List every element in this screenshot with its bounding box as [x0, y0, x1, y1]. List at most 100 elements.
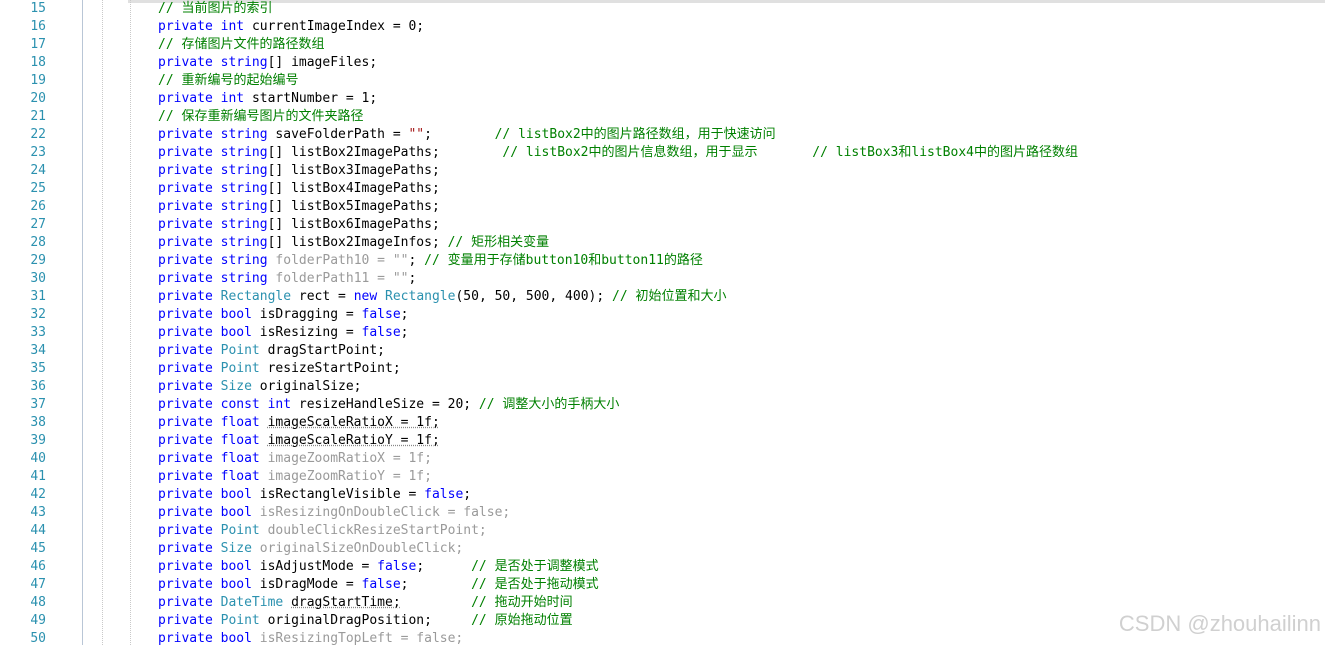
code-token: imageScaleRatioX = 1f; [267, 415, 440, 430]
code-token: float [220, 433, 268, 448]
line-code[interactable]: private string[] listBox3ImagePaths; [158, 162, 440, 180]
line-code[interactable]: private Point dragStartPoint; [158, 342, 385, 360]
code-token: Point [220, 343, 268, 358]
code-editor[interactable]: 15 // 当前图片的索引 16 private int currentImageIn… [0, 0, 1325, 648]
code-token: float [220, 451, 268, 466]
line-code[interactable]: private bool isResizingTopLeft = false; [158, 630, 463, 648]
code-token: private [158, 613, 221, 628]
code-token: "" [408, 127, 425, 142]
code-token: resizeHandleSize = 20; [298, 397, 479, 412]
code-token: private [158, 415, 221, 430]
code-token: bool [220, 559, 260, 574]
indent-guide [102, 0, 103, 645]
code-token: // 调整大小的手柄大小 [478, 397, 620, 412]
code-token: imageZoomRatioX = 1f; [267, 451, 432, 466]
line-code[interactable]: private Rectangle rect = new Rectangle(5… [158, 288, 727, 306]
line-number: 45 [30, 541, 46, 556]
code-token: isResizingOnDoubleClick = false; [259, 505, 511, 520]
line-code[interactable]: private int startNumber = 1; [158, 90, 377, 108]
line-code[interactable]: private DateTime dragStartTime; // 拖动开始时… [158, 594, 573, 612]
line-code[interactable]: private int currentImageIndex = 0; [158, 18, 424, 36]
line-code[interactable]: private string[] imageFiles; [158, 54, 377, 72]
code-token: string [220, 163, 268, 178]
line-number: 43 [30, 505, 46, 520]
code-token: isResizingTopLeft = false; [259, 631, 464, 646]
code-token: new [353, 289, 386, 304]
code-token: ; [400, 577, 472, 592]
line-code[interactable]: private string saveFolderPath = ""; // l… [158, 126, 776, 144]
line-code[interactable]: private bool isDragging = false; [158, 306, 408, 324]
code-token: isAdjustMode = [259, 559, 378, 574]
code-token: int [220, 19, 252, 34]
code-token: private [158, 325, 221, 340]
code-token: private [158, 289, 221, 304]
line-code[interactable]: private Size originalSizeOnDoubleClick; [158, 540, 463, 558]
line-code[interactable]: // 保存重新编号图片的文件夹路径 [158, 108, 363, 126]
line-number: 17 [30, 37, 46, 52]
line-code[interactable]: private string folderPath11 = ""; [158, 270, 416, 288]
code-token: saveFolderPath = [275, 127, 409, 142]
line-number: 44 [30, 523, 46, 538]
line-code[interactable]: private string[] listBox2ImagePaths; // … [158, 144, 1078, 162]
line-number: 49 [30, 613, 46, 628]
indent-guide [130, 0, 131, 645]
line-code[interactable]: private bool isResizing = false; [158, 324, 408, 342]
code-token: private [158, 217, 221, 232]
line-number: 28 [30, 235, 46, 250]
code-token: bool [220, 505, 260, 520]
line-number: 29 [30, 253, 46, 268]
code-token: rect = [298, 289, 354, 304]
line-code[interactable]: // 重新编号的起始编号 [158, 72, 298, 90]
line-code[interactable]: private const int resizeHandleSize = 20;… [158, 396, 619, 414]
code-token: ; [408, 271, 417, 286]
line-code[interactable]: private bool isAdjustMode = false; // 是否… [158, 558, 599, 576]
line-number: 34 [30, 343, 46, 358]
line-code[interactable]: // 当前图片的索引 [158, 0, 272, 18]
code-token: ; [416, 559, 472, 574]
code-token: folderPath10 = "" [275, 253, 409, 268]
line-number: 47 [30, 577, 46, 592]
code-token: private [158, 343, 221, 358]
line-code[interactable]: private Point doubleClickResizeStartPoin… [158, 522, 487, 540]
code-token: int [267, 397, 299, 412]
code-token: imageScaleRatioY = 1f; [267, 433, 440, 448]
code-token: private [158, 631, 221, 646]
code-token: Point [220, 613, 268, 628]
line-code[interactable]: private string[] listBox5ImagePaths; [158, 198, 440, 216]
code-token: private [158, 469, 221, 484]
code-token: // 初始位置和大小 [612, 289, 727, 304]
line-code[interactable]: private Point originalDragPosition; // 原… [158, 612, 573, 630]
code-token: [] listBox2ImageInfos; [267, 235, 448, 250]
line-code[interactable]: private float imageZoomRatioX = 1f; [158, 450, 432, 468]
line-code[interactable]: private float imageScaleRatioY = 1f; [158, 432, 440, 450]
line-code[interactable]: private float imageZoomRatioY = 1f; [158, 468, 432, 486]
line-code[interactable]: private string[] listBox6ImagePaths; [158, 216, 440, 234]
line-code[interactable]: private string[] listBox4ImagePaths; [158, 180, 440, 198]
code-token: Size [220, 541, 260, 556]
line-code[interactable]: private bool isResizingOnDoubleClick = f… [158, 504, 510, 522]
code-token: private [158, 523, 221, 538]
line-code[interactable]: private Point resizeStartPoint; [158, 360, 401, 378]
line-number: 16 [30, 19, 46, 34]
code-token: imageZoomRatioY = 1f; [267, 469, 432, 484]
line-code[interactable]: private float imageScaleRatioX = 1f; [158, 414, 440, 432]
code-token: isResizing = [259, 325, 362, 340]
code-token: private [158, 595, 221, 610]
line-code[interactable]: private string[] listBox2ImageInfos; // … [158, 234, 549, 252]
code-token: dragStartTime; [291, 595, 401, 610]
line-code[interactable]: private bool isDragMode = false; // 是否处于… [158, 576, 599, 594]
code-token: private [158, 271, 221, 286]
line-number: 32 [30, 307, 46, 322]
code-token: startNumber = 1; [251, 91, 378, 106]
code-token: // 变量用于存储button10和button11的路径 [424, 253, 703, 268]
code-token: DateTime [220, 595, 292, 610]
line-code[interactable]: private bool isRectangleVisible = false; [158, 486, 471, 504]
line-code[interactable]: // 存储图片文件的路径数组 [158, 36, 324, 54]
line-code[interactable]: private Size originalSize; [158, 378, 362, 396]
line-code[interactable]: private string folderPath10 = ""; // 变量用… [158, 252, 703, 270]
code-token: private [158, 397, 221, 412]
code-token: [] listBox4ImagePaths; [267, 181, 440, 196]
code-token: private [158, 91, 221, 106]
code-token: false [424, 487, 464, 502]
